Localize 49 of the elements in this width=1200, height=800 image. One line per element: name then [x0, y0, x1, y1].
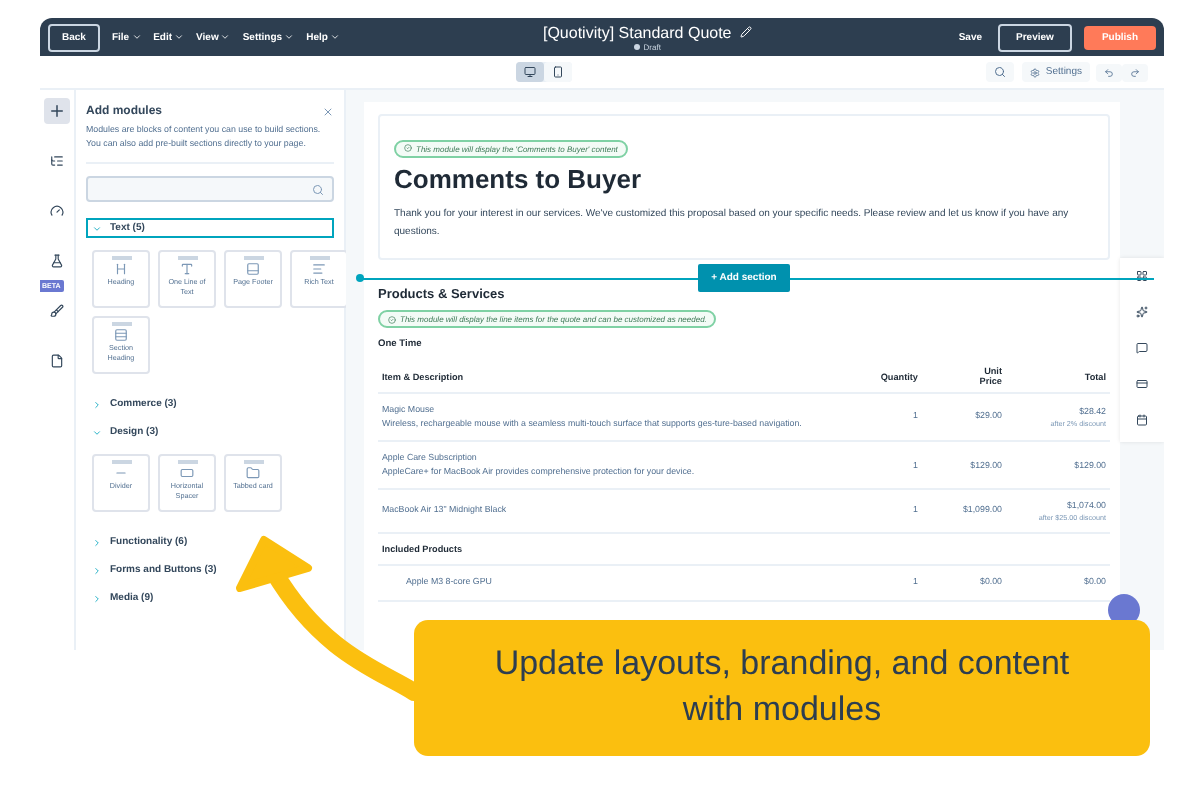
chevron-down-icon [174, 32, 185, 42]
card-icon[interactable] [1136, 378, 1148, 390]
chevron-down-icon [92, 427, 102, 438]
search-icon [312, 183, 324, 196]
plus-icon [48, 102, 66, 120]
phone-icon [552, 66, 564, 78]
flask-icon [50, 254, 64, 268]
status-dot-icon [633, 43, 640, 49]
grid-icon[interactable] [1136, 270, 1148, 282]
chevron-down-icon [284, 32, 295, 42]
check-circle-icon [404, 144, 412, 152]
folder-icon [246, 466, 260, 481]
chevron-right-icon [92, 593, 102, 604]
device-toggle[interactable] [544, 62, 572, 82]
gauge-icon [50, 204, 64, 218]
paragraph-icon [312, 262, 326, 277]
settings-icon [1029, 67, 1040, 77]
page-icon [50, 354, 64, 368]
footer-icon [246, 262, 260, 277]
document-title: [Quotivity] Standard Quote [542, 23, 732, 41]
check-circle-icon [388, 315, 396, 323]
text-icon [180, 262, 194, 277]
sparkle-icon[interactable] [1136, 306, 1148, 318]
callout-text: Update layouts, branding, and content with modules [492, 642, 1072, 732]
close-icon[interactable] [322, 106, 334, 118]
brush-icon [50, 304, 64, 318]
chat-icon[interactable] [1136, 342, 1148, 354]
tree-list-icon [50, 154, 64, 168]
search-icon [993, 66, 1006, 78]
calendar-icon[interactable] [1136, 414, 1148, 426]
sidebar-tool-button[interactable] [44, 98, 70, 124]
monitor-icon [524, 66, 536, 78]
chevron-down-icon [131, 32, 142, 42]
heading-icon [114, 262, 128, 277]
chevron-down-icon [329, 32, 340, 42]
section-heading: Comments to Buyer [394, 164, 644, 194]
search-field[interactable] [86, 176, 334, 203]
spacer-icon [180, 466, 194, 481]
redo-icon [1130, 67, 1140, 77]
search-button[interactable] [985, 62, 1014, 82]
chevron-right-icon [92, 565, 102, 576]
device-toggle[interactable] [516, 62, 544, 82]
undo-icon [1104, 67, 1114, 77]
pencil-icon[interactable] [739, 26, 752, 38]
section-icon [114, 328, 128, 343]
chevron-right-icon [92, 537, 102, 548]
chevron-right-icon [92, 399, 102, 410]
chevron-down-icon [92, 223, 102, 234]
chevron-down-icon [220, 32, 231, 42]
